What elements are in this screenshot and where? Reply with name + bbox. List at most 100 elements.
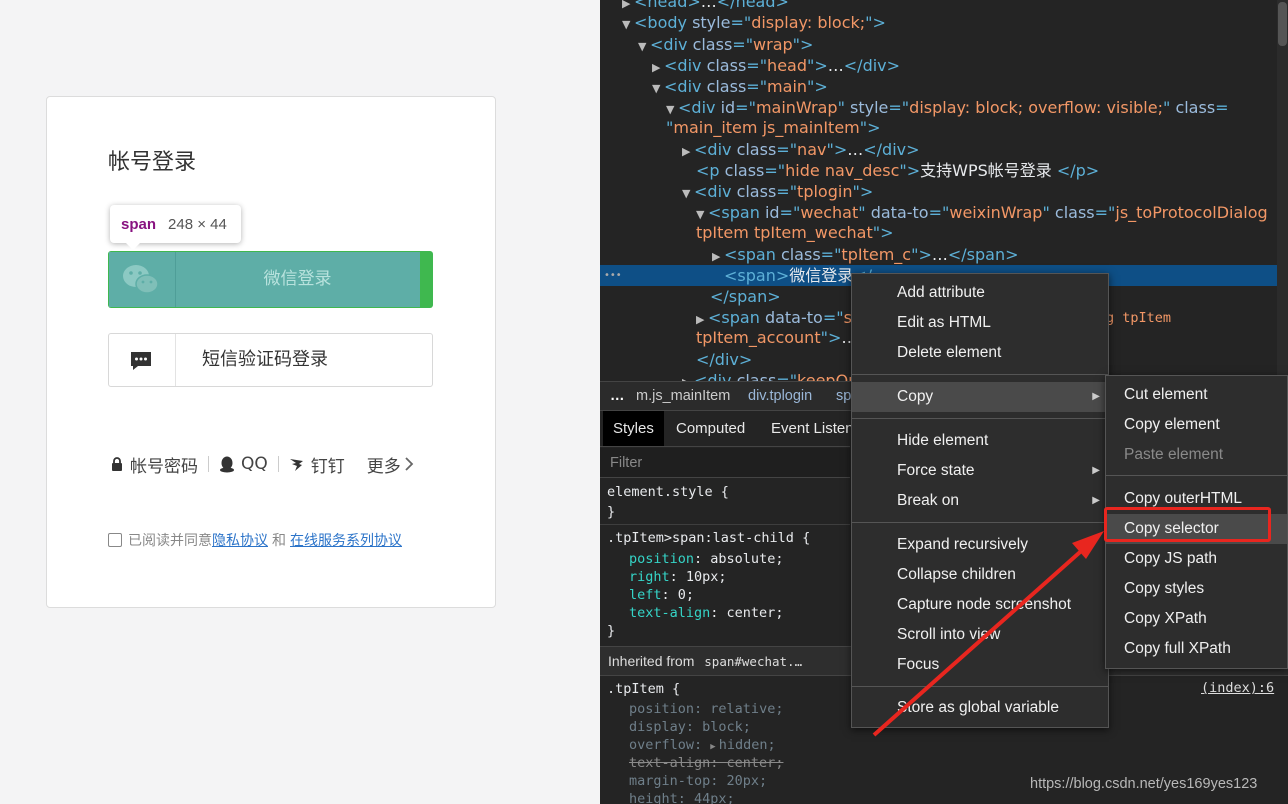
menu-item-break-on[interactable]: Break on ▶ — [852, 486, 1108, 516]
code-token: "> — [872, 223, 894, 242]
privacy-link[interactable]: 隐私协议 — [212, 530, 268, 550]
menu-item-copy-element[interactable]: Copy element — [1106, 410, 1287, 440]
scrollbar-thumb[interactable] — [1278, 2, 1287, 46]
expand-triangle-icon[interactable]: ▶ — [696, 310, 708, 330]
element-node-line[interactable]: ▼ <div id="mainWrap" style="display: bloc… — [666, 98, 1229, 118]
css-property[interactable]: left: 0; — [629, 586, 694, 604]
password-login-link[interactable]: 帐号密码 — [110, 452, 198, 477]
element-node-line[interactable]: ▼ <span id="wechat" data-to="weixinWrap" … — [696, 203, 1268, 223]
collapse-triangle-icon[interactable]: ▼ — [652, 79, 664, 99]
code-token: … — [931, 245, 948, 264]
code-token: wechat — [800, 203, 859, 222]
element-style-rule[interactable]: element.style { — [607, 483, 729, 501]
element-node-line[interactable]: ▶ <div class="nav">…</div> — [682, 140, 920, 160]
element-node-line[interactable]: <span>微信登录</ — [724, 266, 872, 286]
more-login-label: 更多 — [366, 456, 401, 477]
menu-item-cut-element[interactable]: Cut element — [1106, 380, 1287, 410]
css-property[interactable]: text-align: center; — [629, 754, 783, 772]
menu-item-delete-element[interactable]: Delete element — [852, 338, 1108, 368]
breadcrumb-item[interactable]: sp — [836, 382, 851, 411]
menu-item-copy-styles[interactable]: Copy styles — [1106, 574, 1287, 604]
element-node-line[interactable]: ▼ <div class="tplogin"> — [682, 182, 873, 202]
css-property[interactable]: height: 44px; — [629, 790, 735, 804]
agreement-text: 已阅读并同意 — [128, 533, 212, 549]
qq-login-link[interactable]: QQ — [219, 454, 268, 474]
styles-filter-input[interactable]: Filter — [600, 448, 850, 478]
element-node-line[interactable]: </div> — [696, 350, 752, 370]
element-node-line[interactable]: tpItem tpItem_wechat"> — [696, 223, 894, 243]
code-token: </head> — [716, 0, 789, 11]
element-node-line[interactable]: ▼ <div class="wrap"> — [638, 35, 813, 55]
menu-item-add-attribute[interactable]: Add attribute — [852, 278, 1108, 308]
css-property[interactable]: text-align: center; — [629, 604, 783, 622]
element-node-line[interactable]: ▶ <head>…</head> — [622, 0, 789, 12]
css-property-value: block; — [702, 719, 751, 735]
css-property[interactable]: overflow: ▶ hidden; — [629, 736, 776, 756]
elements-scrollbar[interactable] — [1277, 0, 1288, 380]
expand-triangle-icon[interactable]: ▶ — [682, 142, 694, 162]
element-node-line[interactable]: ▶ <span class="tpItem_c">…</span> — [712, 245, 1018, 265]
breadcrumb-more[interactable]: … — [610, 382, 625, 411]
more-dots[interactable]: ••• — [604, 266, 622, 286]
element-node-line[interactable]: ▼ <div class="main"> — [652, 77, 828, 97]
code-token: "> — [865, 13, 886, 32]
css-property[interactable]: right: 10px; — [629, 568, 727, 586]
inherited-node[interactable]: span#wechat.… — [704, 654, 802, 669]
code-token: =" — [735, 98, 756, 117]
dingtalk-login-link[interactable]: 钉钉 — [289, 452, 345, 477]
service-link[interactable]: 在线服务系列协议 — [290, 530, 402, 550]
menu-item-copy-xpath[interactable]: Copy XPath — [1106, 604, 1287, 634]
expand-triangle-icon[interactable]: ▶ — [710, 742, 715, 752]
breadcrumb-item[interactable]: div.tplogin — [748, 382, 812, 411]
agreement-checkbox[interactable] — [108, 533, 122, 547]
menu-item-edit-as-html[interactable]: Edit as HTML — [852, 308, 1108, 338]
rule-selector[interactable]: .tpItem>span:last-child { — [607, 529, 810, 547]
css-property[interactable]: display: block; — [629, 718, 751, 736]
element-node-line[interactable]: <p class="hide nav_desc">支持WPS帐号登录 </p> — [696, 161, 1099, 181]
menu-item-copy[interactable]: Copy ▶ — [852, 382, 1108, 412]
css-property[interactable]: position: absolute; — [629, 550, 783, 568]
rule-selector[interactable]: .tpItem { — [607, 680, 680, 698]
collapse-triangle-icon[interactable]: ▼ — [682, 184, 694, 204]
rule-source-link[interactable]: (index):6 — [1201, 680, 1274, 696]
code-token: " — [1162, 98, 1176, 117]
menu-item-force-state[interactable]: Force state ▶ — [852, 456, 1108, 486]
element-node-line[interactable]: "main_item js_mainItem"> — [666, 118, 881, 138]
element-node-line[interactable]: </span> — [710, 287, 781, 307]
breadcrumb-item[interactable]: m.js_mainItem — [636, 382, 730, 411]
code-token: display: block; — [751, 13, 866, 32]
expand-triangle-icon[interactable]: ▶ — [652, 58, 664, 78]
menu-item-hide-element[interactable]: Hide element — [852, 426, 1108, 456]
menu-separator — [852, 374, 1108, 375]
expand-triangle-icon[interactable]: ▶ — [712, 247, 724, 267]
code-token: class — [724, 161, 765, 180]
code-token: weixinWrap — [949, 203, 1043, 222]
tab-styles[interactable]: Styles — [603, 411, 664, 446]
more-login-link[interactable]: 更多 — [367, 452, 414, 477]
code-token: </span> — [710, 287, 781, 306]
code-token: head — [767, 56, 807, 75]
element-node-line[interactable]: ▼ <body style="display: block;"> — [622, 13, 886, 33]
collapse-triangle-icon[interactable]: ▼ — [638, 37, 650, 57]
css-property[interactable]: position: relative; — [629, 700, 783, 718]
tab-computed[interactable]: Computed — [676, 411, 745, 446]
element-node-line[interactable]: ▶<span data-to="sm — [696, 308, 868, 328]
css-property[interactable]: margin-top: 20px; — [629, 772, 767, 790]
lock-icon — [112, 456, 122, 471]
css-property-value: 44px; — [694, 791, 735, 804]
menu-item-copy-js-path[interactable]: Copy JS path — [1106, 544, 1287, 574]
collapse-triangle-icon[interactable]: ▼ — [666, 100, 678, 120]
expand-triangle-icon[interactable]: ▶ — [622, 0, 634, 14]
code-token: = — [1215, 98, 1229, 117]
element-node-line[interactable]: tpItem_account">…</ — [696, 328, 876, 348]
css-property-name: margin-top — [629, 773, 711, 789]
code-token: <head> — [634, 0, 701, 11]
collapse-triangle-icon[interactable]: ▼ — [622, 15, 634, 35]
collapse-triangle-icon[interactable]: ▼ — [696, 205, 708, 225]
chevron-right-icon — [405, 457, 414, 471]
menu-item-copy-full-xpath[interactable]: Copy full XPath — [1106, 634, 1287, 664]
wechat-login-button[interactable]: 微信登录 — [108, 251, 433, 308]
sms-login-button[interactable]: 短信验证码登录 — [108, 333, 433, 387]
element-node-line[interactable]: ▶ <div class="head">…</div> — [652, 56, 900, 76]
tab-event-listeners[interactable]: Event Listen — [771, 411, 854, 446]
